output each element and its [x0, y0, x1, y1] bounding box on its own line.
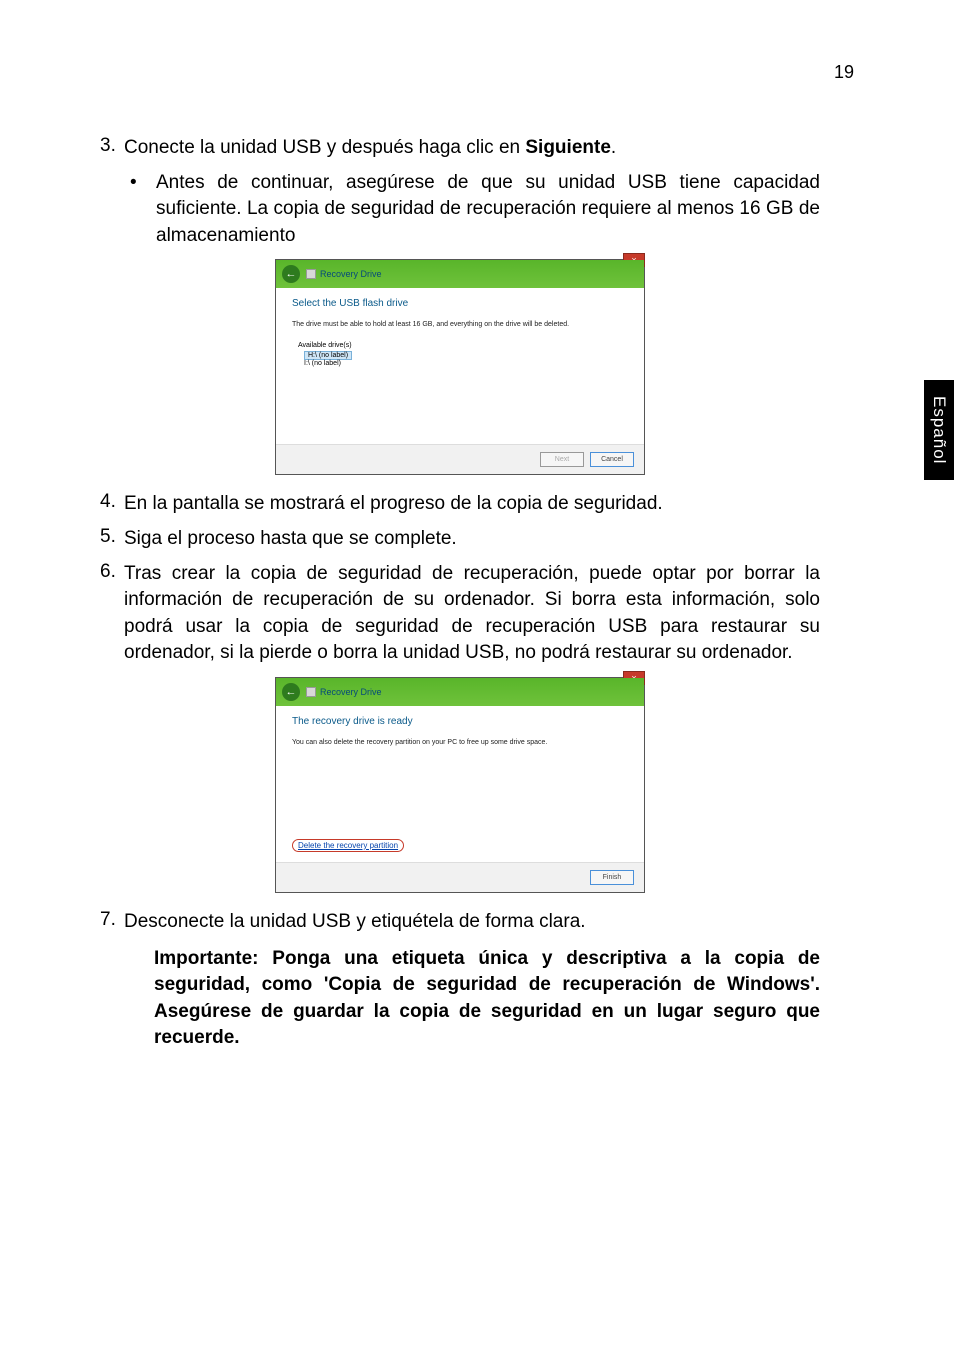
dialog-instruction: You can also delete the recovery partiti…	[292, 739, 628, 746]
bullet-text: Antes de continuar, asegúrese de que su …	[156, 170, 820, 250]
dialog-2-wrap: × ← Recovery Drive The recovery drive is…	[100, 677, 820, 893]
page-number: 19	[834, 62, 854, 83]
step-text: Siga el proceso hasta que se complete.	[124, 526, 820, 553]
dialog-heading: The recovery drive is ready	[292, 716, 628, 727]
text-part: Conecte la unidad USB y después haga cli…	[124, 137, 525, 158]
cancel-button[interactable]: Cancel	[590, 452, 634, 467]
bullet-dot: •	[130, 170, 156, 250]
step-4: 4. En la pantalla se mostrará el progres…	[100, 491, 820, 518]
step-number: 5.	[100, 526, 124, 553]
back-icon[interactable]: ←	[282, 265, 300, 283]
dialog-heading: Select the USB flash drive	[292, 298, 628, 309]
drive-h: H:\ (no label)	[304, 351, 352, 360]
app-icon	[306, 687, 316, 697]
available-drives-label: Available drive(s)	[298, 342, 628, 349]
important-note: Importante: Ponga una etiqueta única y d…	[154, 946, 820, 1052]
dialog-footer: Next Cancel	[276, 444, 644, 474]
dialog-titlebar: ← Recovery Drive	[276, 260, 644, 288]
dialog-titlebar: ← Recovery Drive	[276, 678, 644, 706]
dialog-body: Select the USB flash drive The drive mus…	[276, 288, 644, 474]
dialog-title: Recovery Drive	[320, 269, 382, 279]
step-text: Tras crear la copia de seguridad de recu…	[124, 561, 820, 667]
app-icon	[306, 269, 316, 279]
step-number: 6.	[100, 561, 124, 667]
step-5: 5. Siga el proceso hasta que se complete…	[100, 526, 820, 553]
language-tab-label: Español	[929, 396, 949, 464]
step-text: Desconecte la unidad USB y etiquétela de…	[124, 909, 820, 936]
next-button[interactable]: Next	[540, 452, 584, 467]
language-tab: Español	[924, 380, 954, 480]
dialog-body: The recovery drive is ready You can also…	[276, 706, 644, 892]
step-number: 3.	[100, 135, 124, 162]
dialog-footer: Finish	[276, 862, 644, 892]
page-content: 3. Conecte la unidad USB y después haga …	[100, 135, 820, 1052]
text-bold: Siguiente	[525, 137, 611, 158]
step-6: 6. Tras crear la copia de seguridad de r…	[100, 561, 820, 667]
dialog-instruction: The drive must be able to hold at least …	[292, 321, 628, 328]
recovery-drive-dialog-ready: × ← Recovery Drive The recovery drive is…	[275, 677, 645, 893]
back-icon[interactable]: ←	[282, 683, 300, 701]
step-3: 3. Conecte la unidad USB y después haga …	[100, 135, 820, 162]
step-text: En la pantalla se mostrará el progreso d…	[124, 491, 820, 518]
step-3-bullet: • Antes de continuar, asegúrese de que s…	[130, 170, 820, 250]
recovery-drive-dialog-select: × ← Recovery Drive Select the USB flash …	[275, 259, 645, 475]
finish-button[interactable]: Finish	[590, 870, 634, 885]
drive-item-selected[interactable]: H:\ (no label)	[304, 351, 628, 360]
dialog-1-wrap: × ← Recovery Drive Select the USB flash …	[100, 259, 820, 475]
drive-list: Available drive(s) H:\ (no label) I:\ (n…	[298, 342, 628, 367]
drive-item[interactable]: I:\ (no label)	[304, 360, 628, 367]
step-7: 7. Desconecte la unidad USB y etiquétela…	[100, 909, 820, 936]
step-number: 7.	[100, 909, 124, 936]
step-number: 4.	[100, 491, 124, 518]
text-part: .	[611, 137, 616, 158]
delete-recovery-partition-link[interactable]: Delete the recovery partition	[292, 839, 404, 852]
dialog-title: Recovery Drive	[320, 687, 382, 697]
step-text: Conecte la unidad USB y después haga cli…	[124, 135, 820, 162]
